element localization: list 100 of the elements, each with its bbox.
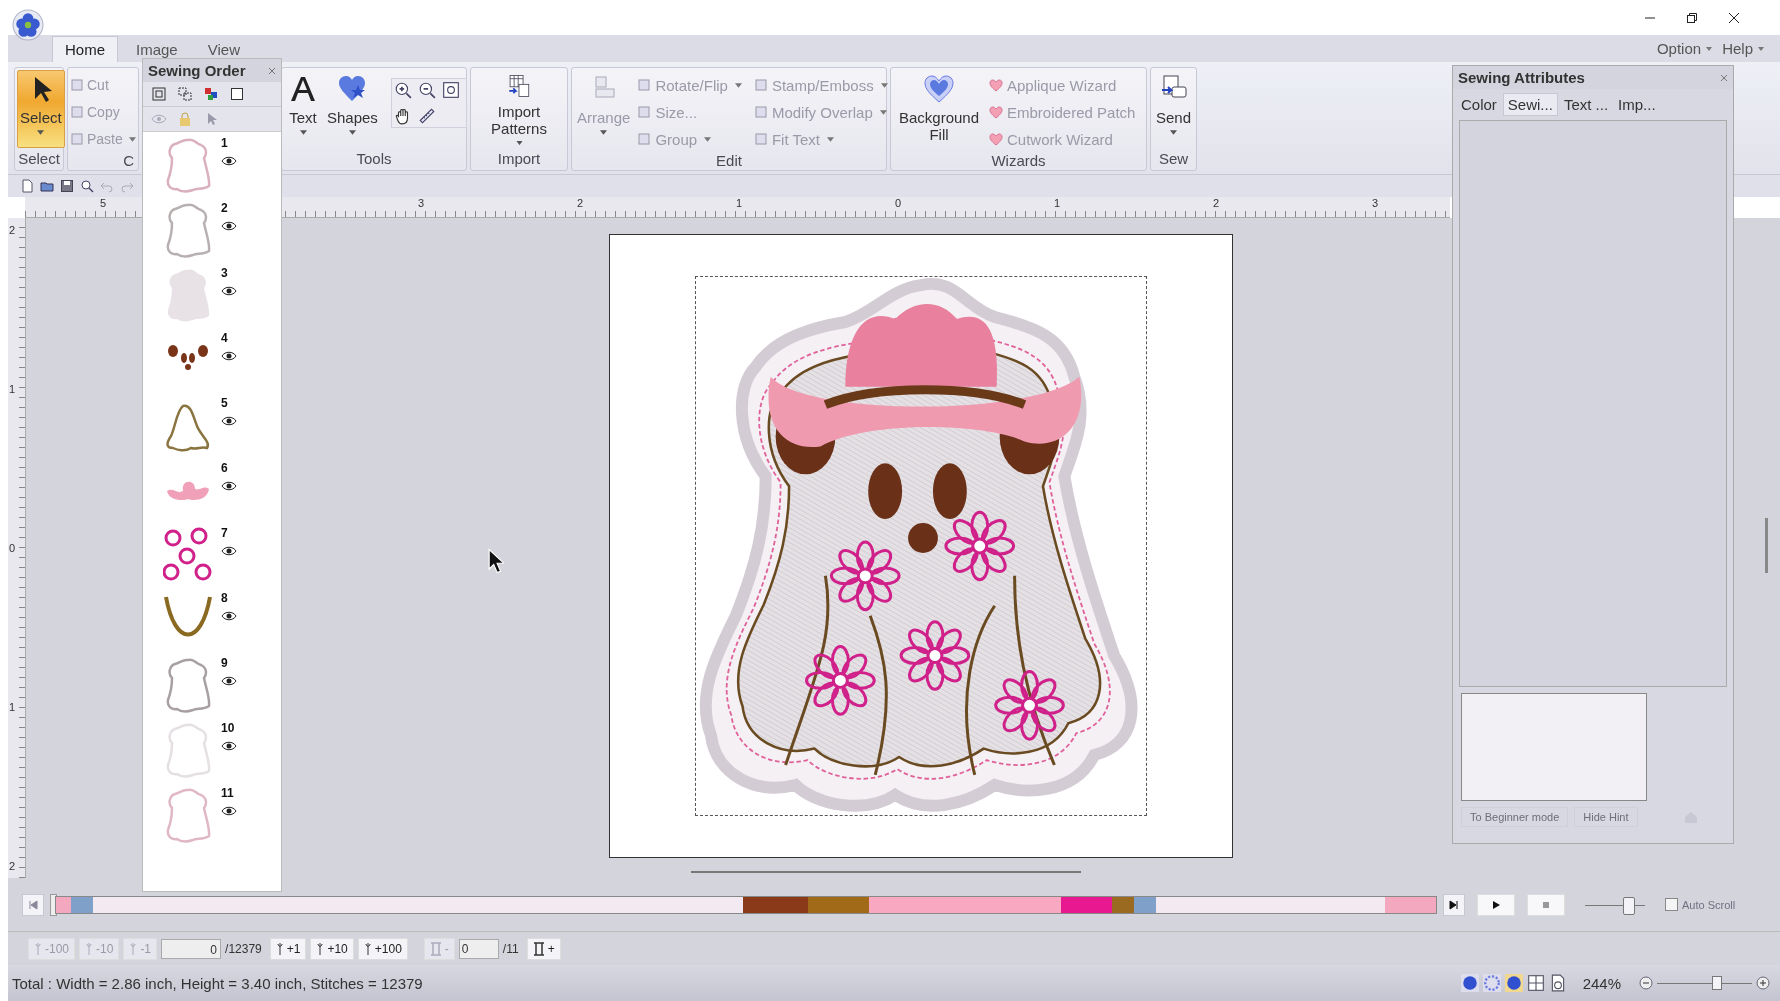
sewing-order-item[interactable]: 4 [143,331,281,396]
eye-icon[interactable] [221,741,237,751]
eye-icon[interactable] [221,156,237,166]
restore-icon[interactable] [1686,11,1698,24]
ribbon-button[interactable]: Import Patterns [473,70,565,148]
sewing-order-item[interactable]: 3 [143,266,281,331]
color-number-field[interactable]: 0 [458,938,499,959]
new-file-icon[interactable] [20,179,34,193]
ribbon-button[interactable]: Select [17,70,65,148]
save-icon[interactable] [60,179,74,193]
eye-icon[interactable] [221,806,237,816]
eye-icon[interactable] [221,286,237,296]
pattern-number: 5 [221,396,229,412]
ribbon-button[interactable]: Send [1153,70,1195,148]
folder-icon[interactable] [40,179,54,193]
eye-icon[interactable] [221,611,237,621]
ruler-icon[interactable] [417,107,436,125]
stitch-step-button[interactable]: +1 [269,937,307,960]
eye-icon[interactable] [221,676,237,686]
vertical-scrollbar[interactable] [1765,518,1768,573]
checkbox[interactable] [1665,898,1678,911]
stitch-number-field[interactable]: 0 [161,938,222,959]
color-step-button[interactable]: + [526,937,561,960]
first-stitch-button[interactable] [22,893,44,916]
zoom-icon[interactable] [80,179,94,193]
ribbon-tab[interactable]: View [195,36,252,62]
slider-thumb[interactable] [1623,896,1636,915]
ribbon-button[interactable]: Shapes [324,70,381,148]
menu-item[interactable]: Help [1720,38,1766,59]
caret-icon [1758,46,1764,51]
sewing-order-item[interactable]: 8 [143,591,281,656]
horizontal-scrollbar[interactable] [691,871,1081,873]
ribbon-tab[interactable]: Image [124,36,190,62]
zoom-in-icon[interactable] [393,81,412,99]
group-label: C [122,152,135,171]
square-icon[interactable] [229,86,245,102]
eye-icon[interactable] [221,416,237,426]
zoom-slider[interactable] [1657,975,1752,991]
frame-icon[interactable] [151,86,167,102]
view-mode-icon[interactable] [1482,974,1501,992]
sewing-order-item[interactable]: 5 [143,396,281,461]
command-icon [637,132,652,146]
slider-thumb[interactable] [1711,976,1722,990]
ribbon-button[interactable]: Background Fill [893,70,985,148]
stop-button[interactable] [1527,893,1565,916]
command-icon [637,78,652,92]
pattern-number: 7 [221,526,229,542]
spool-icon [532,941,545,956]
layers-icon[interactable] [177,86,193,102]
app-logo-icon[interactable] [12,8,44,41]
ribbon-button[interactable]: Text [284,70,322,148]
sewing-order-item[interactable]: 6 [143,461,281,526]
ruler-label: 3 [1372,197,1379,209]
pattern-number: 4 [221,331,229,347]
panel-tab[interactable]: Sewi... [1502,93,1558,116]
zoom-percent: 244% [1582,974,1621,992]
ruler-label: 2 [1213,197,1220,209]
group-label: Import [496,150,542,169]
eye-icon[interactable] [221,546,237,556]
eye-icon[interactable] [221,351,237,361]
needle-icon [275,941,284,956]
sewing-order-item[interactable]: 7 [143,526,281,591]
panel-tab[interactable]: Text ... [1559,93,1613,116]
panel-tab[interactable]: Imp... [1614,93,1660,116]
zoom-fit-icon[interactable] [441,81,460,99]
eye-icon[interactable] [221,481,237,491]
last-stitch-button[interactable] [1443,893,1465,916]
ruler-label: 1 [9,701,16,713]
panel-title: Sewing Attributes [1458,69,1585,86]
view-mode-icon[interactable] [1460,974,1479,992]
caret-icon [1170,130,1177,135]
sewing-order-item[interactable]: 9 [143,656,281,721]
status-text: Total : Width = 2.86 inch, Height = 3.40 inch, Stitches = 12379 [12,974,423,992]
stop-icon [1541,899,1551,910]
sewing-order-item[interactable]: 11 [143,786,281,851]
needle-icon [363,941,372,956]
play-button[interactable] [1477,893,1515,916]
color-sort-icon[interactable] [203,86,219,102]
play-icon [1491,899,1501,910]
ruler-label: 0 [9,542,16,554]
close-icon[interactable] [1728,11,1740,24]
zoom-out-icon[interactable] [417,81,436,99]
ruler-label: 2 [9,860,16,872]
stitch-total: /12379 [225,941,262,956]
sewing-order-item[interactable]: 10 [143,721,281,786]
ruler-label: 1 [1054,197,1061,209]
needle-icon [34,941,42,956]
menu-item[interactable]: Option [1654,38,1715,59]
ribbon-tab[interactable]: Home [52,36,118,62]
stitch-step-button[interactable]: +10 [310,937,354,960]
sewing-order-item[interactable]: 2 [143,201,281,266]
color-total: /11 [502,941,519,956]
caret-icon [600,130,608,135]
caret-icon [827,136,834,142]
stitch-step-button[interactable]: +100 [357,937,408,960]
eye-icon[interactable] [221,221,237,231]
view-mode-icon[interactable] [1504,974,1523,992]
sewing-order-item[interactable]: 1 [143,136,281,201]
grid-icon[interactable] [1526,974,1545,992]
panel-tab[interactable]: Color [1457,93,1501,116]
